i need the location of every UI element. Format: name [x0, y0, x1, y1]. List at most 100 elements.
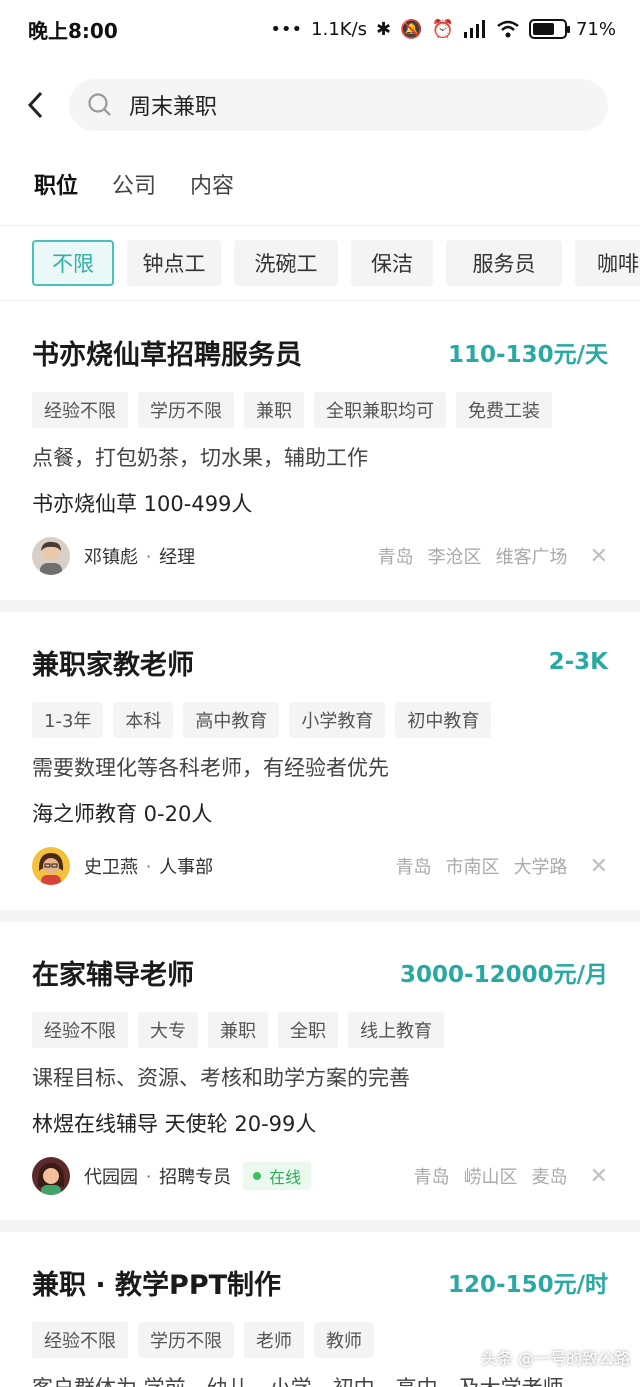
- filter-chip-hourly[interactable]: 钟点工: [127, 240, 221, 286]
- job-location: 青岛 李沧区 维客广场: [378, 543, 568, 569]
- bluetooth-icon: ✱: [376, 18, 392, 40]
- mute-icon: 🔕: [400, 18, 423, 40]
- job-description: 课程目标、资源、考核和助学方案的完善: [32, 1066, 410, 1090]
- job-salary: 3000-12000元/月: [400, 962, 608, 988]
- status-bar: 晚上8:00 ••• 1.1K/s ✱ 🔕 ⏰ 71%: [0, 0, 640, 58]
- battery-fill: [532, 23, 555, 35]
- job-tag: 兼职: [244, 392, 304, 428]
- avatar: [32, 537, 70, 575]
- filter-chip-all[interactable]: 不限: [32, 240, 114, 286]
- signal-icon: [463, 20, 485, 38]
- job-salary: 120-150元/时: [448, 1272, 608, 1298]
- recruiter-name: 代园园: [84, 1167, 138, 1188]
- job-tag: 教师: [314, 1322, 374, 1358]
- location-area: 大学路: [513, 857, 568, 878]
- separator-dot: ·: [146, 856, 152, 876]
- more-dots-icon: •••: [270, 18, 303, 40]
- recruiter-role: 经理: [159, 547, 196, 568]
- job-card[interactable]: 在家辅导老师 3000-12000元/月 经验不限 大专 兼职 全职 线上教育 …: [0, 950, 640, 1196]
- job-salary: 110-130元/天: [448, 342, 608, 368]
- status-icons: ••• 1.1K/s ✱ 🔕 ⏰ 71%: [270, 19, 616, 40]
- battery-percent: 71%: [575, 18, 616, 40]
- recruiter-name: 邓镇彪: [84, 547, 138, 568]
- online-badge: 在线: [243, 1162, 312, 1190]
- company-info: 书亦烧仙草 100-499人: [32, 492, 253, 516]
- battery-icon: [528, 19, 570, 39]
- job-card[interactable]: 兼职家教老师 2-3K 1-3年 本科 高中教育 小学教育 初中教育 需要数理化…: [0, 640, 640, 886]
- filter-chip-dishwasher[interactable]: 洗碗工: [234, 240, 338, 286]
- recruiter-row: 代园园 · 招聘专员 在线 青岛 崂山区 麦岛 ✕: [32, 1156, 608, 1196]
- back-button[interactable]: [0, 78, 70, 132]
- job-tag: 小学教育: [289, 702, 386, 738]
- filter-chips: 不限 钟点工 洗碗工 保洁 服务员 咖啡: [32, 240, 640, 286]
- job-tag: 本科: [113, 702, 174, 738]
- job-description: 点餐，打包奶茶，切水果，辅助工作: [32, 446, 368, 470]
- job-tag: 经验不限: [32, 392, 128, 428]
- search-icon: [88, 93, 111, 116]
- tab-companies[interactable]: 公司: [112, 168, 156, 200]
- job-salary: 2-3K: [548, 649, 608, 675]
- status-time: 晚上8:00: [28, 18, 118, 43]
- job-description: 需要数理化等各科老师，有经验者优先: [32, 756, 389, 780]
- filter-chip-cleaner[interactable]: 保洁: [351, 240, 433, 286]
- job-card[interactable]: 书亦烧仙草招聘服务员 110-130元/天 经验不限 学历不限 兼职 全职兼职均…: [0, 330, 640, 576]
- card-separator: [0, 1220, 640, 1232]
- job-title: 在家辅导老师: [32, 959, 194, 991]
- job-tag: 全职兼职均可: [314, 392, 446, 428]
- tab-jobs[interactable]: 职位: [34, 168, 78, 200]
- location-city: 青岛: [413, 1167, 450, 1188]
- location-district: 李沧区: [427, 547, 482, 568]
- recruiter-row: 邓镇彪 · 经理 青岛 李沧区 维客广场 ✕: [32, 536, 608, 576]
- dismiss-icon[interactable]: ✕: [590, 1164, 608, 1189]
- company-info: 海之师教育 0-20人: [32, 802, 213, 826]
- wifi-icon: [497, 20, 519, 38]
- job-tags: 经验不限 大专 兼职 全职 线上教育: [32, 1012, 608, 1048]
- job-tag: 免费工装: [456, 392, 552, 428]
- filter-chip-coffee[interactable]: 咖啡: [575, 240, 640, 286]
- job-tag: 线上教育: [348, 1012, 444, 1048]
- dismiss-icon[interactable]: ✕: [590, 854, 608, 879]
- job-tag: 老师: [244, 1322, 304, 1358]
- location-area: 维客广场: [495, 547, 568, 568]
- watermark: 头条 @一号的致公路: [480, 1349, 630, 1368]
- recruiter-row: 史卫燕 · 人事部 青岛 市南区 大学路 ✕: [32, 846, 608, 886]
- filter-chip-waiter[interactable]: 服务员: [446, 240, 562, 286]
- divider: [0, 300, 640, 301]
- avatar: [32, 847, 70, 885]
- job-location: 青岛 崂山区 麦岛: [414, 1163, 568, 1189]
- location-district: 市南区: [445, 857, 500, 878]
- job-tag: 经验不限: [32, 1322, 128, 1358]
- location-area: 麦岛: [531, 1167, 568, 1188]
- job-tags: 经验不限 学历不限 兼职 全职兼职均可 免费工装: [32, 392, 608, 428]
- location-district: 崂山区: [463, 1167, 518, 1188]
- job-tag: 高中教育: [183, 702, 280, 738]
- type-tabs: 职位 公司 内容: [34, 168, 234, 200]
- separator-dot: ·: [146, 1166, 152, 1186]
- company-info: 林煜在线辅导 天使轮 20-99人: [32, 1112, 317, 1136]
- job-tag: 学历不限: [138, 392, 234, 428]
- dismiss-icon[interactable]: ✕: [590, 544, 608, 569]
- job-title: 书亦烧仙草招聘服务员: [32, 339, 302, 371]
- recruiter-role: 招聘专员: [159, 1167, 232, 1188]
- card-separator: [0, 910, 640, 922]
- job-title: 兼职家教老师: [32, 649, 194, 681]
- location-city: 青岛: [395, 857, 432, 878]
- alarm-icon: ⏰: [431, 18, 454, 40]
- network-speed: 1.1K/s: [311, 18, 368, 40]
- tab-content[interactable]: 内容: [190, 168, 234, 200]
- job-tag: 经验不限: [32, 1012, 128, 1048]
- job-tags: 1-3年 本科 高中教育 小学教育 初中教育: [32, 702, 608, 738]
- avatar: [32, 1157, 70, 1195]
- job-location: 青岛 市南区 大学路: [396, 853, 568, 879]
- back-arrow-icon: [27, 91, 43, 119]
- job-tag: 全职: [278, 1012, 338, 1048]
- job-tag: 初中教育: [395, 702, 492, 738]
- recruiter-name: 史卫燕: [84, 857, 138, 878]
- job-tag: 兼职: [208, 1012, 268, 1048]
- divider: [0, 225, 640, 226]
- search-box[interactable]: [69, 79, 608, 131]
- search-input[interactable]: [129, 92, 549, 118]
- job-title: 兼职 · 教学PPT制作: [32, 1269, 282, 1301]
- card-separator: [0, 600, 640, 612]
- separator-dot: ·: [146, 546, 152, 566]
